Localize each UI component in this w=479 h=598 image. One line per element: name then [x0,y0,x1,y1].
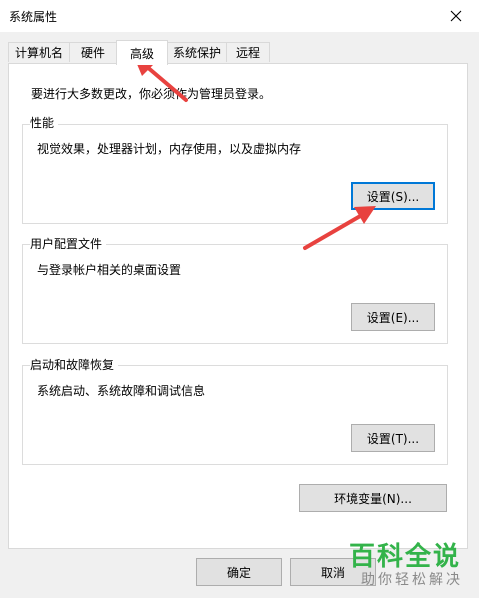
watermark-sub: 助你轻松解决 [361,572,463,588]
tab-label: 高级 [129,46,154,61]
tab-advanced[interactable]: 高级 [116,40,168,65]
annotation-arrows [134,57,376,250]
arrow-to-performance-settings [303,206,376,250]
watermark-main: 百科全说 [349,542,462,572]
watermark-logo: 百科全说 助你轻松解决 [345,536,479,598]
